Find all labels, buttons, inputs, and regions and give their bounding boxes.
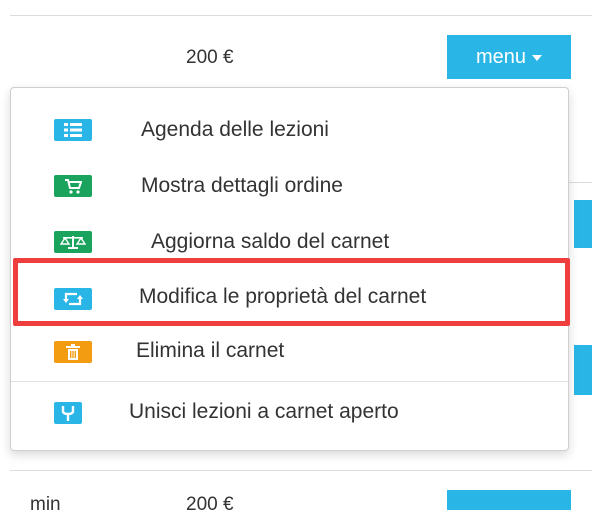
highlight-box [13,258,570,326]
menu-item-agenda[interactable]: Agenda delle lezioni [11,102,568,158]
table-top-border [10,15,592,16]
price-cell: 200 € [186,494,234,515]
row-label-cut: min [30,494,61,515]
menu-item-delete[interactable]: Elimina il carnet [11,324,568,380]
menu-item-order-details[interactable]: Mostra dettagli ordine [11,158,568,214]
list-icon [54,119,92,141]
row-divider [10,470,592,471]
menu-item-label: Mostra dettagli ordine [141,174,343,197]
merge-icon [54,402,82,424]
menu-item-label: Elimina il carnet [136,339,285,362]
row-menu-button-edge [574,200,592,248]
balance-scale-icon [54,231,92,253]
menu-item-merge-lessons[interactable]: Unisci lezioni a carnet aperto [11,385,568,441]
menu-item-label: Unisci lezioni a carnet aperto [129,400,399,423]
menu-divider [11,381,568,382]
menu-button-label: menu [475,45,527,68]
caret-down-icon [532,55,543,61]
cart-icon [54,175,92,197]
menu-item-label: Agenda delle lezioni [141,118,329,141]
price-cell: 200 € [186,47,234,68]
menu-button[interactable]: menu [447,35,571,79]
menu-button-next-row[interactable] [447,490,571,510]
trash-icon [54,341,92,363]
row-menu-button-edge [574,345,592,395]
row-divider [569,182,592,183]
menu-item-label: Aggiorna saldo del carnet [151,230,390,253]
